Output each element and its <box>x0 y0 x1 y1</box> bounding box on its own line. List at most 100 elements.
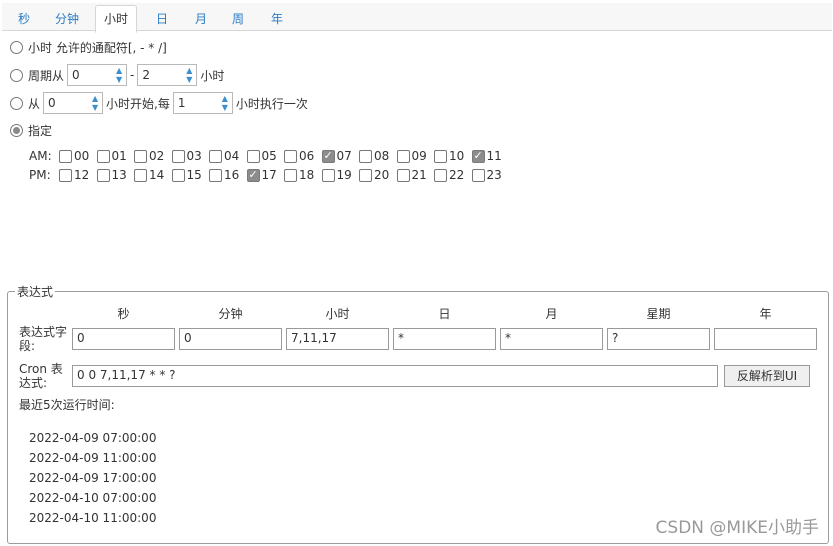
hour-checkbox-00[interactable] <box>59 149 72 163</box>
hour-checkbox-04[interactable] <box>209 149 222 163</box>
hour-checkbox-08[interactable] <box>359 149 372 163</box>
pm-hours-row: PM: 12 13 14 15 16 17 18 19 20 21 22 23 <box>29 168 508 183</box>
hour-label: 23 <box>486 168 502 182</box>
hour-item-04[interactable]: 04 <box>207 149 245 163</box>
period-from-stepper[interactable]: 0 ▲ ▼ <box>67 64 128 86</box>
hour-checkbox-06[interactable] <box>284 149 297 163</box>
specify-radio[interactable] <box>10 123 23 137</box>
cron-expression-input[interactable]: 0 0 7,11,17 * * ? <box>72 365 718 387</box>
run-time: 2022-04-10 11:00:00 <box>29 511 157 525</box>
hour-item-18[interactable]: 18 <box>282 168 320 182</box>
hour-checkbox-19[interactable] <box>321 168 335 182</box>
hour-checkbox-14[interactable] <box>134 168 147 182</box>
from-every-value[interactable]: 1 <box>174 96 218 110</box>
hour-checkbox-05[interactable] <box>246 149 260 163</box>
hour-item-22[interactable]: 22 <box>432 168 470 182</box>
hour-item-12[interactable]: 12 <box>57 168 95 182</box>
month-field[interactable]: * <box>500 328 603 350</box>
hour-item-23[interactable]: 23 <box>470 168 508 182</box>
hour-checkbox-09[interactable] <box>396 149 410 163</box>
cron-label-line1: Cron 表 <box>19 362 63 376</box>
hour-label: 10 <box>449 149 465 163</box>
hour-checkbox-01[interactable] <box>96 149 110 163</box>
hour-item-15[interactable]: 15 <box>170 168 208 182</box>
hour-checkbox-15[interactable] <box>171 168 185 182</box>
hour-item-17[interactable]: 17 <box>245 168 283 182</box>
from-start-value[interactable]: 0 <box>44 96 88 110</box>
hour-checkbox-02[interactable] <box>134 149 147 163</box>
hour-item-11[interactable]: 11 <box>470 149 508 163</box>
hour-item-21[interactable]: 21 <box>395 168 433 182</box>
wildcard-label: 小时 允许的通配符[, - * /] <box>28 40 167 55</box>
hour-checkbox-17[interactable] <box>246 168 260 182</box>
hour-checkbox-03[interactable] <box>171 149 185 163</box>
hour-item-19[interactable]: 19 <box>320 168 358 182</box>
hour-checkbox-20[interactable] <box>359 168 372 182</box>
hour-field[interactable]: 7,11,17 <box>286 328 389 350</box>
hour-item-07[interactable]: 07 <box>320 149 358 163</box>
tab-week[interactable]: 周 <box>224 6 252 32</box>
hour-label: 19 <box>336 168 352 182</box>
spinner-arrows-icon[interactable]: ▲ ▼ <box>218 94 232 112</box>
hour-item-06[interactable]: 06 <box>282 149 320 163</box>
tab-month[interactable]: 月 <box>187 6 215 32</box>
hour-checkbox-11[interactable] <box>471 149 485 163</box>
spinner-arrows-icon[interactable]: ▲ ▼ <box>182 66 196 84</box>
hour-checkbox-07[interactable] <box>321 149 335 163</box>
hour-checkbox-12[interactable] <box>59 168 72 182</box>
tab-minute[interactable]: 分钟 <box>47 6 87 32</box>
year-field[interactable] <box>714 328 817 350</box>
tab-hour[interactable]: 小时 <box>95 5 138 33</box>
hour-item-02[interactable]: 02 <box>132 149 170 163</box>
field-label: 表达式字 段: <box>19 325 67 353</box>
hour-label: 14 <box>149 168 165 182</box>
hour-item-05[interactable]: 05 <box>245 149 283 163</box>
tab-year[interactable]: 年 <box>263 6 291 32</box>
hour-item-08[interactable]: 08 <box>357 149 395 163</box>
period-from-value[interactable]: 0 <box>68 68 112 82</box>
period-to-value[interactable]: 2 <box>138 68 182 82</box>
day-field[interactable]: * <box>393 328 496 350</box>
specify-label: 指定 <box>28 123 53 138</box>
period-to-stepper[interactable]: 2 ▲ ▼ <box>137 64 198 86</box>
hour-item-14[interactable]: 14 <box>132 168 170 182</box>
spinner-arrows-icon[interactable]: ▲ ▼ <box>88 94 102 112</box>
hour-item-16[interactable]: 16 <box>207 168 245 182</box>
tab-bar: 秒 分钟 小时 日 月 周 年 <box>2 3 832 33</box>
option-specify[interactable]: 指定 <box>10 119 52 141</box>
run-time: 2022-04-10 07:00:00 <box>29 491 157 505</box>
wildcard-radio[interactable] <box>10 40 23 54</box>
spinner-arrows-icon[interactable]: ▲ ▼ <box>112 66 126 84</box>
col-second: 秒 <box>117 307 130 321</box>
hour-item-20[interactable]: 20 <box>357 168 395 182</box>
am-label: AM: <box>29 149 52 163</box>
tab-day[interactable]: 日 <box>148 6 176 32</box>
period-radio[interactable] <box>10 68 23 82</box>
hour-label: 12 <box>74 168 90 182</box>
tab-second[interactable]: 秒 <box>10 6 38 32</box>
hour-checkbox-18[interactable] <box>284 168 297 182</box>
hour-label: 04 <box>224 149 240 163</box>
from-every-stepper[interactable]: 1 ▲ ▼ <box>172 92 233 114</box>
hour-checkbox-21[interactable] <box>396 168 410 182</box>
weekday-field[interactable]: ? <box>607 328 710 350</box>
option-wildcard[interactable]: 小时 允许的通配符[, - * /] <box>10 36 167 58</box>
hour-item-01[interactable]: 01 <box>95 149 133 163</box>
minute-field[interactable]: 0 <box>179 328 282 350</box>
hour-item-00[interactable]: 00 <box>57 149 95 163</box>
hour-item-09[interactable]: 09 <box>395 149 433 163</box>
parse-to-ui-button[interactable]: 反解析到UI <box>724 365 810 387</box>
hour-item-10[interactable]: 10 <box>432 149 470 163</box>
expression-legend: 表达式 <box>17 285 54 299</box>
run-time: 2022-04-09 17:00:00 <box>29 471 157 485</box>
hour-checkbox-22[interactable] <box>434 168 447 182</box>
hour-checkbox-13[interactable] <box>96 168 110 182</box>
second-field[interactable]: 0 <box>72 328 175 350</box>
hour-checkbox-10[interactable] <box>434 149 447 163</box>
from-start-stepper[interactable]: 0 ▲ ▼ <box>43 92 104 114</box>
hour-checkbox-16[interactable] <box>209 168 222 182</box>
hour-item-13[interactable]: 13 <box>95 168 133 182</box>
from-radio[interactable] <box>10 96 23 110</box>
hour-checkbox-23[interactable] <box>471 168 485 182</box>
hour-item-03[interactable]: 03 <box>170 149 208 163</box>
